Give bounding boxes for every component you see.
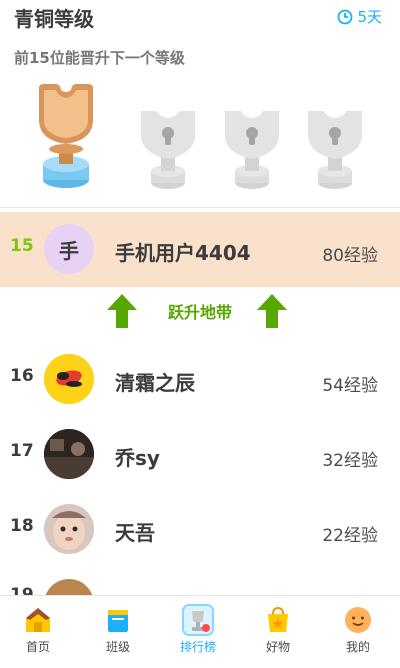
home-icon <box>26 608 50 632</box>
nav-label: 班级 <box>105 640 130 654</box>
nav-item-profile[interactable]: 我的 <box>328 604 388 655</box>
avatar-letter: 手 <box>59 238 79 263</box>
bronze-league-icon[interactable] <box>34 80 98 192</box>
xp-value: 22经验 <box>322 526 378 546</box>
timer-label: 5天 <box>357 8 382 26</box>
rank-number: 15 <box>10 236 34 256</box>
nav-label: 排行榜 <box>179 640 216 654</box>
clock-icon <box>338 9 353 24</box>
rank-number: 19 <box>10 585 34 595</box>
league-trophies <box>0 75 400 195</box>
leaderboard-row[interactable]: 17 乔sy 32经验 <box>0 415 400 490</box>
rank-number: 18 <box>10 516 34 536</box>
avatar[interactable] <box>44 579 94 595</box>
xp-value: 80经验 <box>322 246 378 266</box>
avatar[interactable] <box>44 504 94 554</box>
bottom-navigation: 首页 班级 排行榜 好物 我的 <box>0 595 400 668</box>
rank-number: 17 <box>10 441 34 461</box>
up-arrow-icon <box>257 294 287 328</box>
user-name: 天吾 <box>115 521 155 545</box>
league-timer[interactable]: 5天 <box>337 6 382 27</box>
avatar[interactable] <box>44 429 94 479</box>
xp-value: 32经验 <box>322 451 378 471</box>
user-name: 清霜之辰 <box>115 371 195 395</box>
nav-item-class[interactable]: 班级 <box>88 604 148 655</box>
league-title: 青铜等级 <box>14 7 94 31</box>
user-name: 手机用户4404 <box>115 241 251 265</box>
baby-photo-avatar-icon <box>44 504 94 554</box>
locked-league-icon[interactable] <box>221 105 283 191</box>
leaderboard-row[interactable]: 19 <box>0 565 400 595</box>
locked-league-icon[interactable] <box>304 105 366 191</box>
nav-item-leaderboard[interactable]: 排行榜 <box>168 604 228 655</box>
locked-league-icon[interactable] <box>137 105 199 191</box>
user-name: 乔sy <box>115 446 160 470</box>
nav-item-home[interactable]: 首页 <box>8 604 68 655</box>
nav-item-shop[interactable]: 好物 <box>248 604 308 655</box>
leaderboard-row[interactable]: 18 天吾 22经验 <box>0 490 400 565</box>
promotion-zone-label: 跃升地带 <box>167 303 232 322</box>
profile-icon <box>345 607 371 633</box>
leaderboard-row[interactable]: 16 清霜之辰 54经验 <box>0 340 400 415</box>
promotion-zone: 跃升地带 <box>0 290 400 332</box>
photo-avatar-icon <box>44 429 94 479</box>
cartoon-avatar-icon <box>44 354 94 404</box>
nav-label: 我的 <box>345 640 370 654</box>
xp-value: 54经验 <box>322 376 378 396</box>
rank-number: 16 <box>10 366 34 386</box>
class-icon <box>108 610 128 632</box>
promotion-hint: 前15位能晋升下一个等级 <box>14 49 185 67</box>
avatar[interactable] <box>44 354 94 404</box>
leaderboard-row-current-user[interactable]: 15 手 手机用户4404 80经验 <box>0 212 400 287</box>
avatar[interactable]: 手 <box>44 224 94 274</box>
top-bar: 青铜等级 5天 <box>0 0 400 36</box>
leaderboard-icon <box>182 604 214 636</box>
nav-label: 好物 <box>265 640 290 654</box>
section-divider <box>0 207 400 208</box>
nav-label: 首页 <box>25 640 50 654</box>
shop-icon <box>268 606 288 632</box>
